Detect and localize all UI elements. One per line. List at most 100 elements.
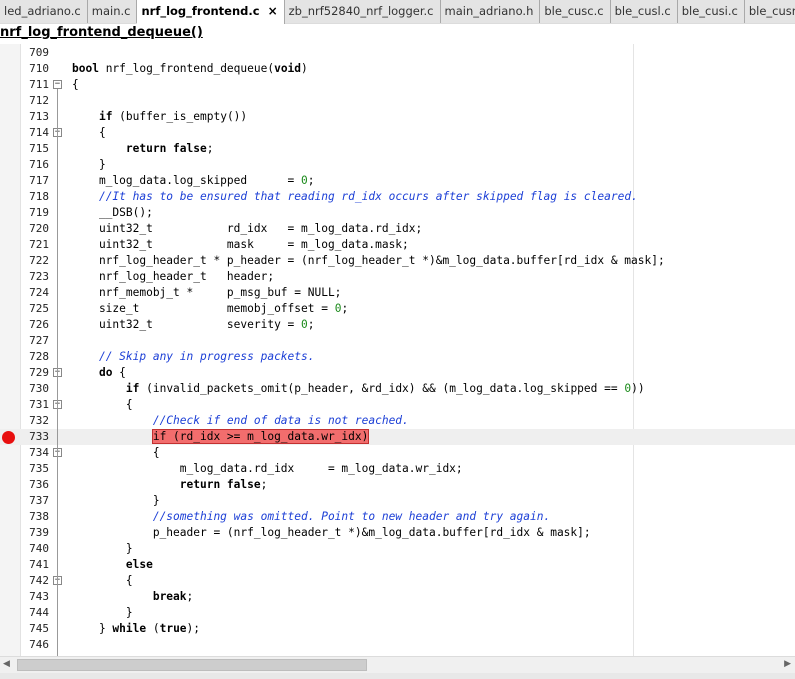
code-line[interactable]: 744 } — [0, 605, 795, 621]
horizontal-scrollbar[interactable]: ◀ ▶ — [0, 656, 795, 674]
code-line[interactable]: 736 return false; — [0, 477, 795, 493]
code-line[interactable]: 743 break; — [0, 589, 795, 605]
function-navigation-bar[interactable]: nrf_log_frontend_dequeue() — [0, 24, 795, 45]
code-comment: //It has to be ensured that reading rd_i… — [98, 190, 638, 203]
code-line[interactable]: 739 p_header = (nrf_log_header_t *)&m_lo… — [0, 525, 795, 541]
code-line[interactable]: 725 size_t memobj_offset = 0; — [0, 301, 795, 317]
line-number: 739 — [29, 526, 49, 539]
code-line[interactable]: 719 __DSB(); — [0, 205, 795, 221]
code-line[interactable]: 732 //Check if end of data is not reache… — [0, 413, 795, 429]
code-line[interactable]: 712 — [0, 93, 795, 109]
code-token: { — [72, 446, 160, 459]
tab-main-adriano-h[interactable]: main_adriano.h — [440, 0, 541, 23]
code-line[interactable]: 746 — [0, 637, 795, 653]
code-keyword: return false — [125, 142, 207, 155]
code-line[interactable]: 727 — [0, 333, 795, 349]
fold-guide — [57, 89, 58, 656]
code-text: if (rd_idx >= m_log_data.wr_idx) — [72, 429, 370, 445]
tab-main-c[interactable]: main.c — [87, 0, 138, 23]
code-line[interactable]: 709 — [0, 45, 795, 61]
code-line[interactable]: 745 } while (true); — [0, 621, 795, 637]
line-number: 713 — [29, 110, 49, 123]
line-number: 725 — [29, 302, 49, 315]
code-text: m_log_data.rd_idx = m_log_data.wr_idx; — [72, 461, 463, 477]
code-line[interactable]: 734− { — [0, 445, 795, 461]
tab-ble-cusc-c[interactable]: ble_cusc.c — [540, 0, 611, 23]
tab-ble-cusn-c[interactable]: ble_cusn.c — [744, 0, 795, 23]
code-line[interactable]: 735 m_log_data.rd_idx = m_log_data.wr_id… — [0, 461, 795, 477]
code-line[interactable]: 738 //something was omitted. Point to ne… — [0, 509, 795, 525]
code-line[interactable]: 737 } — [0, 493, 795, 509]
code-line[interactable]: 715 return false; — [0, 141, 795, 157]
line-number: 723 — [29, 270, 49, 283]
code-text: m_log_data.log_skipped = 0; — [72, 173, 315, 189]
code-line[interactable]: 718 //It has to be ensured that reading … — [0, 189, 795, 205]
line-number: 744 — [29, 606, 49, 619]
tab-label: ble_cusc.c — [544, 4, 604, 18]
line-number: 737 — [29, 494, 49, 507]
code-token: size_t memobj_offset = — [72, 302, 335, 315]
code-line[interactable]: 723 nrf_log_header_t header; — [0, 269, 795, 285]
code-line[interactable]: 711− { — [0, 77, 795, 93]
code-text: return false; — [72, 141, 214, 157]
code-line[interactable]: 742− { — [0, 573, 795, 589]
line-number: 710 — [29, 62, 49, 75]
code-line[interactable]: 721 uint32_t mask = m_log_data.mask; — [0, 237, 795, 253]
code-text: } — [72, 493, 160, 509]
line-number: 727 — [29, 334, 49, 347]
function-title[interactable]: nrf_log_frontend_dequeue() — [0, 24, 203, 41]
code-token: p_header = (nrf_log_header_t *)&m_log_da… — [72, 526, 591, 539]
line-number: 714 — [29, 126, 49, 139]
code-line[interactable]: 730 if (invalid_packets_omit(p_header, &… — [0, 381, 795, 397]
tab-label: ble_cusi.c — [681, 4, 738, 18]
editor-tab-bar: led_adriano.c main.c nrf_log_frontend.c × zb… — [0, 0, 795, 25]
line-number: 715 — [29, 142, 49, 155]
code-line[interactable]: 722 nrf_log_header_t * p_header = (nrf_l… — [0, 253, 795, 269]
code-line[interactable]: 724 nrf_memobj_t * p_msg_buf = NULL; — [0, 285, 795, 301]
code-line[interactable]: 716 } — [0, 157, 795, 173]
code-line[interactable]: 729− do { — [0, 365, 795, 381]
code-editor[interactable]: 709 710 bool nrf_log_frontend_dequeue(void… — [0, 44, 795, 656]
scroll-left-icon[interactable]: ◀ — [3, 659, 10, 669]
code-text: break; — [72, 589, 193, 605]
scroll-right-icon[interactable]: ▶ — [784, 659, 791, 669]
code-line[interactable]: 710 bool nrf_log_frontend_dequeue(void) — [0, 61, 795, 77]
tab-nrf-log-frontend-c[interactable]: nrf_log_frontend.c × — [137, 0, 285, 24]
fold-collapse-icon[interactable]: − — [53, 80, 62, 89]
line-number: 734 — [29, 446, 49, 459]
code-line[interactable]: 740 } — [0, 541, 795, 557]
code-line[interactable]: 720 uint32_t rd_idx = m_log_data.rd_idx; — [0, 221, 795, 237]
scrollbar-thumb[interactable] — [17, 659, 367, 671]
tab-ble-cusl-c[interactable]: ble_cusl.c — [610, 0, 678, 23]
code-text: size_t memobj_offset = 0; — [72, 301, 348, 317]
code-line[interactable]: 741 else — [0, 557, 795, 573]
tab-label: ble_cusl.c — [614, 4, 671, 18]
code-line[interactable]: 728 // Skip any in progress packets. — [0, 349, 795, 365]
code-token: )) — [631, 382, 645, 395]
code-line[interactable]: 717 m_log_data.log_skipped = 0; — [0, 173, 795, 189]
tab-label: led_adriano.c — [4, 4, 81, 18]
line-number: 743 — [29, 590, 49, 603]
code-token: nrf_memobj_t * p_msg_buf = NULL; — [72, 286, 342, 299]
line-number: 731 — [29, 398, 49, 411]
code-line[interactable]: 731− { — [0, 397, 795, 413]
code-line[interactable]: 713 if (buffer_is_empty()) — [0, 109, 795, 125]
code-line[interactable]: 714− { — [0, 125, 795, 141]
line-number: 732 — [29, 414, 49, 427]
code-token: } — [72, 542, 133, 555]
tab-led-adriano-c[interactable]: led_adriano.c — [0, 0, 88, 23]
tab-zb-nrf52840-nrf-logger-c[interactable]: zb_nrf52840_nrf_logger.c — [284, 0, 441, 23]
code-line[interactable]: 726 uint32_t severity = 0; — [0, 317, 795, 333]
code-token: uint32_t rd_idx = m_log_data.rd_idx; — [72, 222, 423, 235]
code-token: { — [112, 366, 126, 379]
breakpoint-icon[interactable] — [2, 431, 15, 444]
tab-ble-cusi-c[interactable]: ble_cusi.c — [677, 0, 745, 23]
code-line[interactable]: 733 if (rd_idx >= m_log_data.wr_idx) — [0, 429, 795, 445]
line-number: 738 — [29, 510, 49, 523]
close-tab-icon[interactable]: × — [268, 4, 278, 18]
